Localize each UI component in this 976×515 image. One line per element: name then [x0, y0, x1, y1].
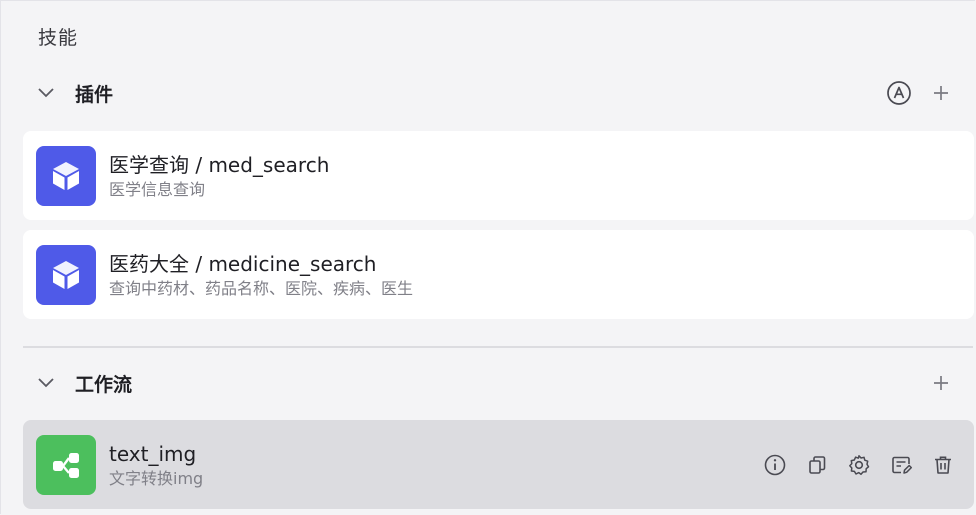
plugin-avatar [36, 145, 96, 206]
add-workflow-button[interactable] [927, 369, 955, 397]
info-icon [764, 454, 786, 475]
cube-icon [53, 161, 79, 190]
plugin-card-medicine-search[interactable]: 医药大全 / medicine_search 查询中药材、药品名称、医院、疾病、… [23, 230, 974, 319]
section-title: 技能 [38, 27, 79, 49]
workflow-avatar [36, 434, 96, 495]
plugin-card-med-search[interactable]: 医学查询 / med_search 医学信息查询 [23, 131, 974, 220]
workflows-collapse-toggle[interactable] [29, 363, 63, 403]
trash-icon [935, 456, 951, 474]
copy-icon [809, 455, 826, 474]
plugin-avatar [36, 244, 96, 305]
workflows-group-header: 工作流 [23, 363, 973, 403]
plugins-label: 插件 [75, 83, 114, 106]
workflow-card-text-img[interactable]: text_img 文字转换img [23, 420, 974, 509]
plugin-title: 医学查询 / med_search [109, 152, 330, 177]
info-button[interactable] [760, 450, 790, 480]
workflows-label: 工作流 [75, 373, 133, 396]
chevron-down-icon [38, 88, 54, 98]
gear-icon [849, 454, 870, 475]
auto-plugin-button[interactable] [885, 79, 913, 107]
cube-icon [53, 260, 79, 289]
plugin-title: 医药大全 / medicine_search [109, 251, 377, 276]
workflow-title: text_img [109, 441, 197, 466]
chevron-down-icon [38, 378, 54, 388]
plugins-group-header: 插件 [23, 73, 973, 113]
edit-button[interactable] [886, 450, 916, 480]
section-divider [23, 346, 973, 348]
plus-icon [934, 376, 948, 390]
workflow-nodes-icon [53, 452, 79, 478]
plugins-collapse-toggle[interactable] [29, 73, 63, 113]
settings-button[interactable] [844, 450, 874, 480]
workflow-description: 文字转换img [109, 468, 204, 488]
skills-panel: 技能 插件 医学查询 / med_search 医学信息查询 医药大全 / me… [0, 0, 975, 514]
add-plugin-button[interactable] [927, 79, 955, 107]
plugin-description: 医学信息查询 [109, 179, 206, 199]
copy-button[interactable] [802, 450, 832, 480]
plugin-description: 查询中药材、药品名称、医院、疾病、医生 [109, 278, 414, 298]
delete-button[interactable] [928, 450, 958, 480]
plus-icon [934, 86, 948, 100]
edit-icon [892, 456, 913, 474]
auto-mode-icon [887, 81, 911, 105]
